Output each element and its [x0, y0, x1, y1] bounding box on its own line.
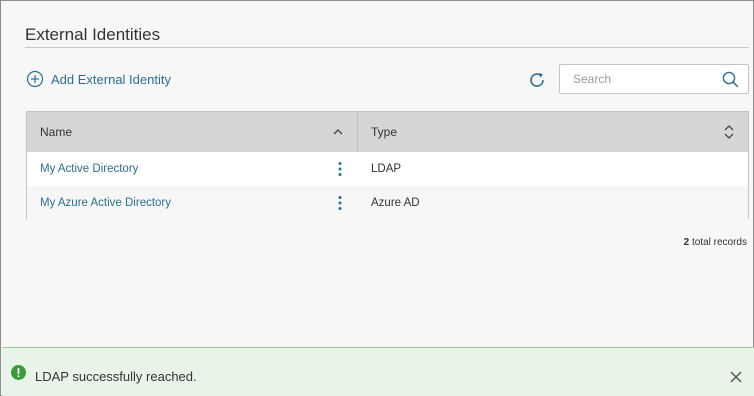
total-records-label: total records — [691, 237, 747, 248]
identity-type: LDAP — [371, 163, 402, 175]
add-external-identity-button[interactable]: Add External Identity — [26, 69, 171, 89]
total-records: 2 total records — [684, 237, 747, 248]
identity-name: My Active Directory — [40, 163, 139, 175]
column-header-label: Name — [40, 125, 73, 139]
identity-name-link[interactable]: My Azure Active Directory — [27, 186, 358, 220]
identity-name-link[interactable]: My Active Directory — [27, 152, 358, 186]
app-window: External Identities Add External Identit… — [0, 0, 754, 396]
page-title: External Identities — [25, 25, 161, 44]
plus-circle-icon — [26, 70, 44, 88]
table-row: My Active Directory LDAP — [27, 152, 748, 186]
search-icon[interactable] — [722, 71, 739, 88]
table-row: My Azure Active Directory Azure AD — [27, 186, 748, 220]
identity-name: My Azure Active Directory — [40, 197, 172, 209]
title-divider — [25, 47, 749, 48]
sort-unsorted-icon — [724, 125, 734, 139]
external-identities-table: Name Type My Active Directory LDAP My Az… — [26, 111, 749, 220]
success-toast: LDAP successfully reached. — [2, 347, 754, 396]
add-external-identity-label: Add External Identity — [51, 71, 171, 87]
column-header-name[interactable]: Name — [27, 112, 358, 152]
refresh-icon — [530, 72, 544, 87]
close-icon[interactable] — [730, 371, 742, 383]
search-input[interactable] — [560, 65, 715, 93]
column-header-type[interactable]: Type — [358, 112, 748, 152]
identity-type: Azure AD — [371, 197, 420, 209]
search-box — [559, 64, 749, 94]
refresh-button[interactable] — [526, 69, 548, 91]
sort-ascending-icon — [333, 129, 343, 135]
column-header-label: Type — [371, 125, 398, 139]
table-header: Name Type — [27, 112, 748, 152]
success-alert-icon — [11, 365, 26, 380]
toast-message: LDAP successfully reached. — [35, 369, 197, 384]
total-records-count: 2 — [683, 237, 690, 248]
row-actions-kebab-icon[interactable] — [336, 161, 344, 177]
row-actions-kebab-icon[interactable] — [336, 195, 344, 211]
